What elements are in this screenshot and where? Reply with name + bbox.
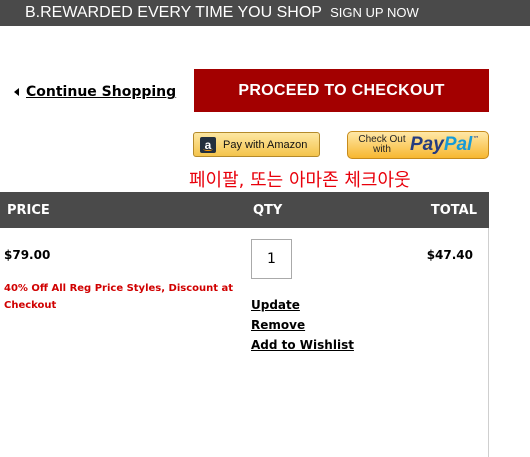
promo-text: B.REWARDED EVERY TIME YOU SHOP bbox=[25, 4, 322, 21]
continue-shopping-link[interactable]: Continue Shopping bbox=[14, 84, 176, 100]
update-link[interactable]: Update bbox=[251, 298, 300, 312]
pay-with-amazon-button[interactable]: a Pay with Amazon bbox=[193, 132, 320, 157]
continue-shopping-label: Continue Shopping bbox=[26, 84, 177, 100]
amazon-button-label: Pay with Amazon bbox=[223, 138, 308, 151]
promo-banner[interactable]: B.REWARDED EVERY TIME YOU SHOP SIGN UP N… bbox=[0, 0, 530, 26]
proceed-to-checkout-button[interactable]: PROCEED TO CHECKOUT bbox=[194, 69, 489, 112]
table-divider bbox=[488, 228, 489, 457]
amazon-logo-icon: a bbox=[200, 136, 216, 153]
price-column-header: PRICE bbox=[7, 203, 50, 218]
paypal-checkout-label: Check Out with bbox=[358, 134, 406, 155]
paypal-checkout-button[interactable]: Check Out with PayPal ™ bbox=[347, 131, 489, 159]
paypal-logo-pay: Pay bbox=[410, 134, 444, 155]
checkout-annotation: 페이팔, 또는 아마존 체크아웃 bbox=[189, 170, 411, 191]
remove-link[interactable]: Remove bbox=[251, 318, 305, 332]
caret-left-icon bbox=[14, 88, 19, 96]
add-to-wishlist-link[interactable]: Add to Wishlist bbox=[251, 338, 354, 352]
total-column-header: TOTAL bbox=[430, 203, 477, 218]
paypal-logo: PayPal bbox=[410, 134, 472, 156]
signup-link[interactable]: SIGN UP NOW bbox=[330, 5, 419, 20]
item-price: $79.00 bbox=[4, 248, 51, 262]
item-total: $47.40 bbox=[426, 248, 473, 262]
cart-table-header: PRICE QTY TOTAL bbox=[0, 192, 489, 228]
paypal-trademark: ™ bbox=[472, 135, 480, 143]
qty-column-header: QTY bbox=[253, 203, 283, 218]
quantity-input[interactable] bbox=[251, 239, 292, 279]
paypal-logo-pal: Pal bbox=[443, 134, 473, 155]
discount-message: 40% Off All Reg Price Styles, Discount a… bbox=[4, 283, 234, 311]
